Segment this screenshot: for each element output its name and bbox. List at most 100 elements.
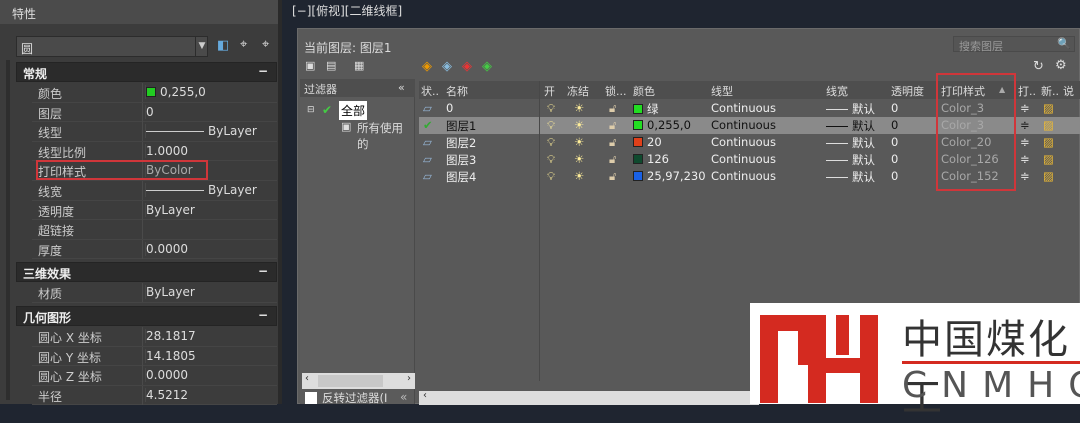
sun-icon[interactable]: ☀ bbox=[574, 152, 584, 166]
property-row[interactable]: 厚度 0.0000 bbox=[32, 239, 277, 260]
chevron-down-icon[interactable]: ▼ bbox=[195, 37, 208, 56]
layer-name[interactable]: 图层2 bbox=[446, 135, 476, 151]
column-header[interactable]: 线宽 bbox=[826, 83, 848, 99]
layer-name[interactable]: 图层3 bbox=[446, 152, 476, 168]
select-objects-icon[interactable]: ⌖ bbox=[240, 37, 247, 52]
table-hscrollbar[interactable]: ‹ bbox=[419, 390, 759, 405]
property-row[interactable]: 颜色 0,255,0 bbox=[32, 83, 277, 103]
layer-lineweight[interactable]: 默认 bbox=[852, 136, 875, 150]
layer-lineweight[interactable]: 默认 bbox=[852, 170, 875, 184]
column-header[interactable]: 新.. bbox=[1041, 83, 1059, 99]
new-vp-freeze-icon[interactable]: ▨ bbox=[1043, 135, 1054, 149]
layer-transparency[interactable]: 0 bbox=[891, 135, 898, 149]
section-header[interactable]: 几何图形 − bbox=[16, 306, 277, 326]
color-swatch[interactable] bbox=[633, 120, 643, 130]
plot-icon[interactable]: ≑ bbox=[1020, 118, 1030, 132]
viewport-label[interactable]: [−][俯视][二维线框] bbox=[292, 2, 402, 19]
layer-lineweight[interactable]: 默认 bbox=[852, 102, 875, 116]
layer-linetype[interactable]: Continuous bbox=[711, 118, 776, 132]
filter-all[interactable]: 全部 bbox=[339, 101, 368, 120]
color-swatch[interactable] bbox=[633, 104, 643, 114]
plot-icon[interactable]: ≑ bbox=[1020, 101, 1030, 115]
unlock-icon[interactable]: 🔓︎ bbox=[609, 169, 616, 184]
property-row[interactable]: 透明度 ByLayer bbox=[32, 200, 277, 221]
toggle-pickadd-icon[interactable]: ◧ bbox=[217, 38, 229, 53]
new-vp-freeze-icon[interactable]: ▨ bbox=[1043, 118, 1054, 132]
column-header[interactable]: 说 bbox=[1063, 83, 1074, 99]
plot-icon[interactable]: ≑ bbox=[1020, 152, 1030, 166]
column-header[interactable]: 名称 bbox=[446, 83, 468, 99]
unlock-icon[interactable]: 🔓︎ bbox=[609, 152, 616, 167]
property-row[interactable]: 材质 ByLayer bbox=[32, 283, 277, 303]
refresh-icon[interactable]: ↻ bbox=[1033, 59, 1044, 74]
collapse-icon[interactable]: − bbox=[258, 308, 268, 322]
property-row[interactable]: 线型 ByLayer bbox=[32, 122, 277, 142]
layer-linetype[interactable]: Continuous bbox=[711, 135, 776, 149]
new-group-filter-icon[interactable]: ▤ bbox=[326, 59, 336, 72]
layer-name[interactable]: 图层1 bbox=[446, 118, 476, 134]
layer-linetype[interactable]: Continuous bbox=[711, 169, 776, 183]
lightbulb-icon[interactable]: 💡︎ bbox=[547, 152, 555, 167]
collapse-filter-icon[interactable]: « bbox=[398, 81, 405, 94]
new-vp-freeze-icon[interactable]: ▨ bbox=[1043, 169, 1054, 183]
layer-linetype[interactable]: Continuous bbox=[711, 101, 776, 115]
color-swatch[interactable] bbox=[633, 137, 643, 147]
new-vp-freeze-icon[interactable]: ▨ bbox=[1043, 101, 1054, 115]
settings-gear-icon[interactable]: ⚙ bbox=[1055, 58, 1067, 73]
layer-transparency[interactable]: 0 bbox=[891, 169, 898, 183]
unlock-icon[interactable]: 🔓︎ bbox=[609, 118, 616, 133]
lightbulb-icon[interactable]: 💡︎ bbox=[547, 118, 555, 133]
search-layers-input[interactable]: 搜索图层 🔍 bbox=[953, 36, 1075, 53]
plot-icon[interactable]: ≑ bbox=[1020, 169, 1030, 183]
layer-linetype[interactable]: Continuous bbox=[711, 152, 776, 166]
delete-layer-icon[interactable]: ◈ bbox=[462, 59, 472, 74]
property-row[interactable]: 圆心 Z 坐标 0.0000 bbox=[32, 366, 277, 386]
layer-transparency[interactable]: 0 bbox=[891, 152, 898, 166]
property-row[interactable]: 圆心 X 坐标 28.1817 bbox=[32, 327, 277, 347]
sun-icon[interactable]: ☀ bbox=[574, 101, 584, 115]
set-current-icon[interactable]: ◈ bbox=[482, 59, 492, 74]
layer-states-icon[interactable]: ▦ bbox=[354, 59, 364, 72]
sun-icon[interactable]: ☀ bbox=[574, 135, 584, 149]
object-type-select[interactable]: 圆 ▼ bbox=[16, 36, 208, 57]
property-row[interactable]: 半径 4.5212 bbox=[32, 385, 277, 406]
layer-name[interactable]: 0 bbox=[446, 101, 453, 115]
new-vp-freeze-icon[interactable]: ▨ bbox=[1043, 152, 1054, 166]
layer-color[interactable]: 20 bbox=[647, 135, 662, 149]
lightbulb-icon[interactable]: 💡︎ bbox=[547, 101, 555, 116]
column-header[interactable]: 开 bbox=[544, 83, 555, 99]
color-swatch[interactable] bbox=[633, 171, 643, 181]
section-header[interactable]: 常规 − bbox=[16, 62, 277, 82]
property-row[interactable]: 超链接 bbox=[32, 220, 277, 240]
layer-color[interactable]: 0,255,0 bbox=[647, 118, 691, 132]
sun-icon[interactable]: ☀ bbox=[574, 169, 584, 183]
new-property-filter-icon[interactable]: ▣ bbox=[305, 59, 315, 72]
lightbulb-icon[interactable]: 💡︎ bbox=[547, 135, 555, 150]
sun-icon[interactable]: ☀ bbox=[574, 118, 584, 132]
tree-collapse-icon[interactable]: ⊟ bbox=[307, 105, 315, 115]
layer-color[interactable]: 25,97,230 bbox=[647, 169, 706, 183]
unlock-icon[interactable]: 🔓︎ bbox=[609, 101, 616, 116]
lightbulb-icon[interactable]: 💡︎ bbox=[547, 169, 555, 184]
layer-color[interactable]: 126 bbox=[647, 152, 669, 166]
column-header[interactable]: 打.. bbox=[1018, 83, 1036, 99]
section-header[interactable]: 三维效果 − bbox=[16, 262, 277, 283]
new-layer-frozen-icon[interactable]: ◈ bbox=[442, 59, 452, 74]
layer-lineweight[interactable]: 默认 bbox=[852, 153, 875, 167]
column-header[interactable]: 锁... bbox=[605, 83, 627, 99]
column-header[interactable]: 冻结 bbox=[567, 83, 589, 99]
property-row[interactable]: 线型比例 1.0000 bbox=[32, 141, 277, 162]
column-header[interactable]: 颜色 bbox=[633, 83, 655, 99]
quick-select-icon[interactable]: ⌖ bbox=[262, 37, 269, 52]
column-header[interactable]: 线型 bbox=[711, 83, 733, 99]
property-row[interactable]: 图层 0 bbox=[32, 102, 277, 123]
unlock-icon[interactable]: 🔓︎ bbox=[609, 135, 616, 150]
layer-color[interactable]: 绿 bbox=[647, 102, 659, 116]
color-swatch[interactable] bbox=[633, 154, 643, 164]
filter-hscrollbar[interactable]: ‹ › bbox=[302, 373, 415, 389]
layer-name[interactable]: 图层4 bbox=[446, 169, 476, 185]
layer-transparency[interactable]: 0 bbox=[891, 101, 898, 115]
property-row[interactable]: 圆心 Y 坐标 14.1805 bbox=[32, 346, 277, 367]
collapse-icon[interactable]: − bbox=[258, 64, 268, 78]
property-row[interactable]: 线宽 ByLayer bbox=[32, 181, 277, 201]
